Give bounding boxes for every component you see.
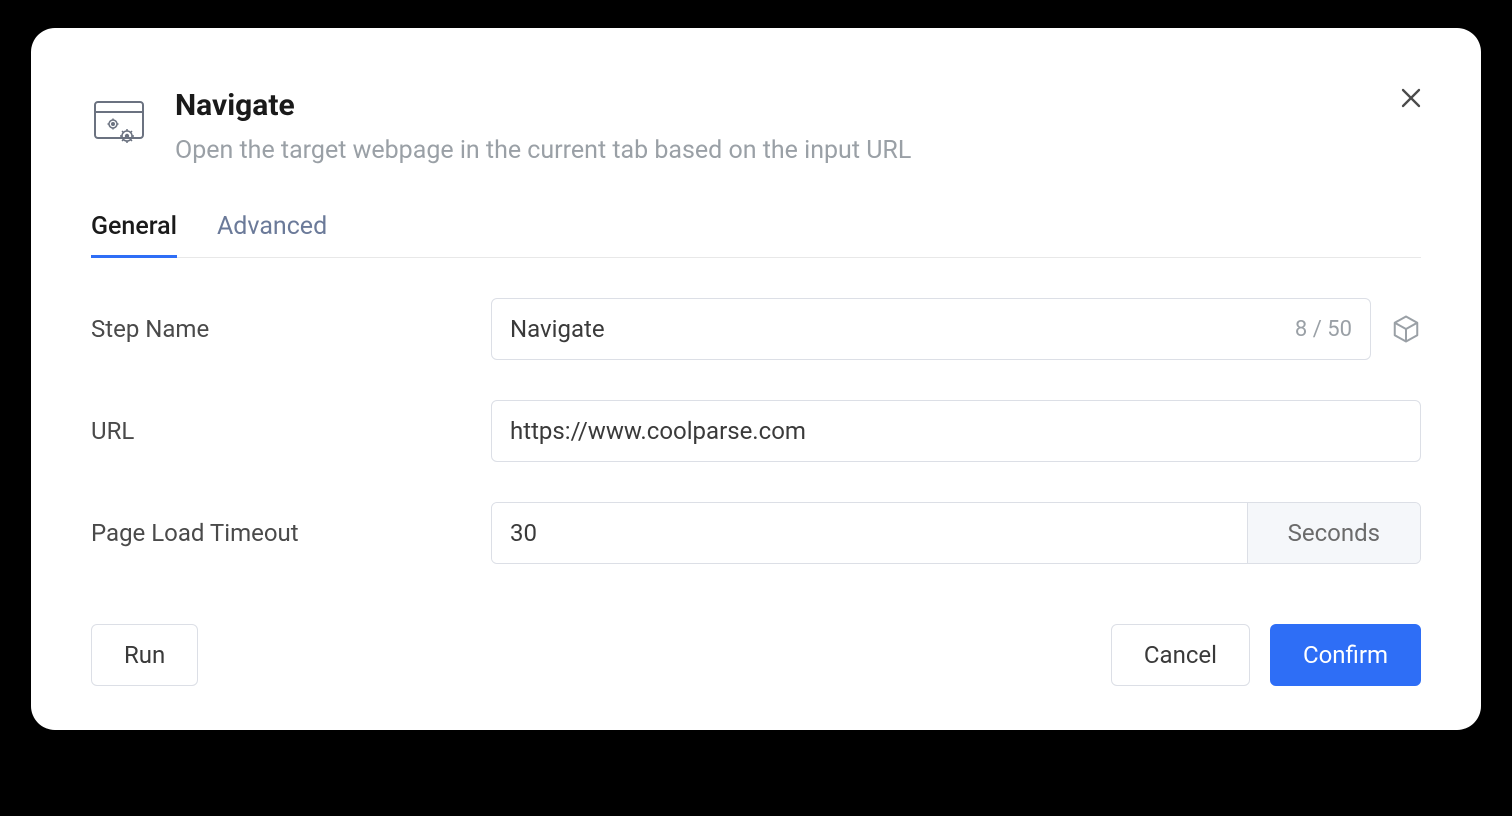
dialog-header: Navigate Open the target webpage in the … [91, 88, 1421, 168]
step-name-input-wrap: 8 / 50 [491, 298, 1371, 360]
timeout-input-wrap: Seconds [491, 502, 1421, 564]
url-input[interactable] [510, 417, 1402, 445]
dialog-title: Navigate [175, 88, 1421, 123]
step-name-char-count: 8 / 50 [1295, 317, 1352, 342]
close-icon [1399, 86, 1423, 110]
label-url: URL [91, 417, 491, 445]
tab-general[interactable]: General [91, 212, 177, 258]
row-url: URL [91, 400, 1421, 462]
tabs: General Advanced [91, 212, 1421, 258]
tab-advanced[interactable]: Advanced [217, 212, 327, 258]
close-button[interactable] [1395, 82, 1427, 114]
cancel-button[interactable]: Cancel [1111, 624, 1250, 686]
timeout-input[interactable] [492, 503, 1247, 563]
navigate-window-icon [91, 94, 147, 150]
label-step-name: Step Name [91, 315, 491, 343]
cube-icon [1391, 314, 1421, 344]
timeout-unit: Seconds [1247, 503, 1420, 563]
row-timeout: Page Load Timeout Seconds [91, 502, 1421, 564]
step-name-input[interactable] [510, 315, 1295, 343]
row-step-name: Step Name 8 / 50 [91, 298, 1421, 360]
dialog-footer: Run Cancel Confirm [91, 624, 1421, 686]
label-timeout: Page Load Timeout [91, 519, 491, 547]
header-text: Navigate Open the target webpage in the … [175, 88, 1421, 168]
variable-picker-button[interactable] [1391, 314, 1421, 344]
dialog-subtitle: Open the target webpage in the current t… [175, 133, 1421, 168]
navigate-dialog: Navigate Open the target webpage in the … [31, 28, 1481, 730]
run-button[interactable]: Run [91, 624, 198, 686]
url-input-wrap [491, 400, 1421, 462]
confirm-button[interactable]: Confirm [1270, 624, 1421, 686]
